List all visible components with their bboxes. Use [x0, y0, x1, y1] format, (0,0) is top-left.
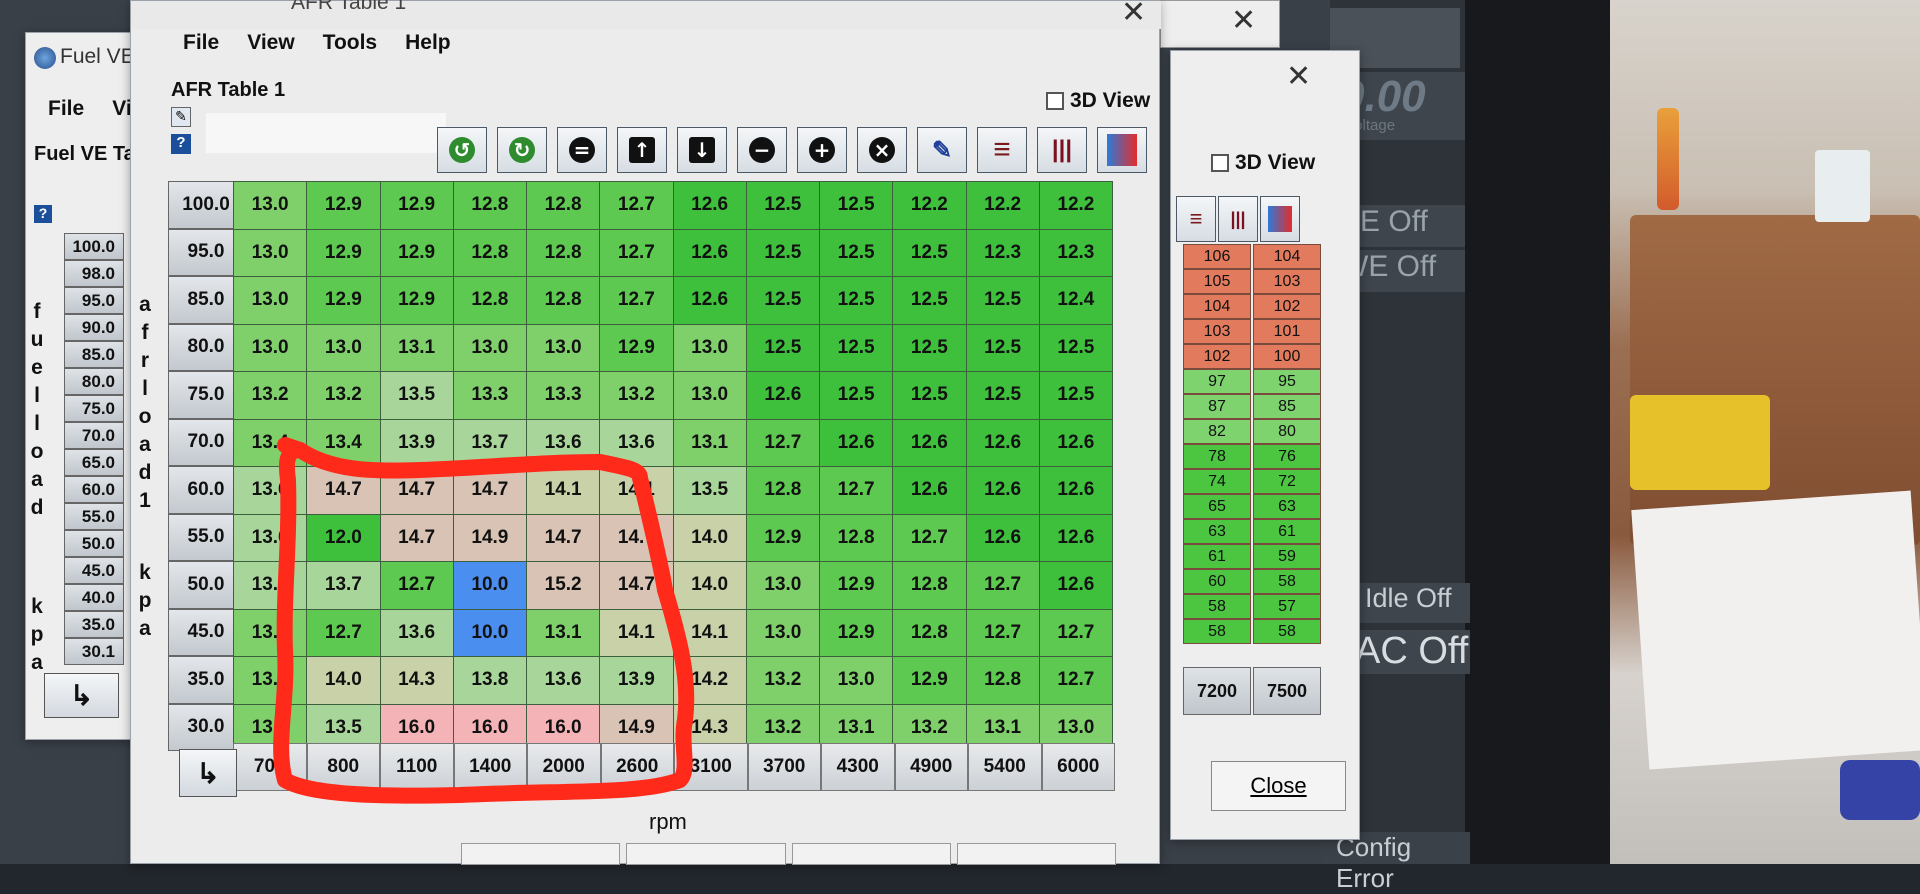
annotation-stroke-tail: [277, 437, 308, 458]
red-annotation-outline: [273, 437, 695, 804]
annotation-stroke: [273, 442, 695, 804]
